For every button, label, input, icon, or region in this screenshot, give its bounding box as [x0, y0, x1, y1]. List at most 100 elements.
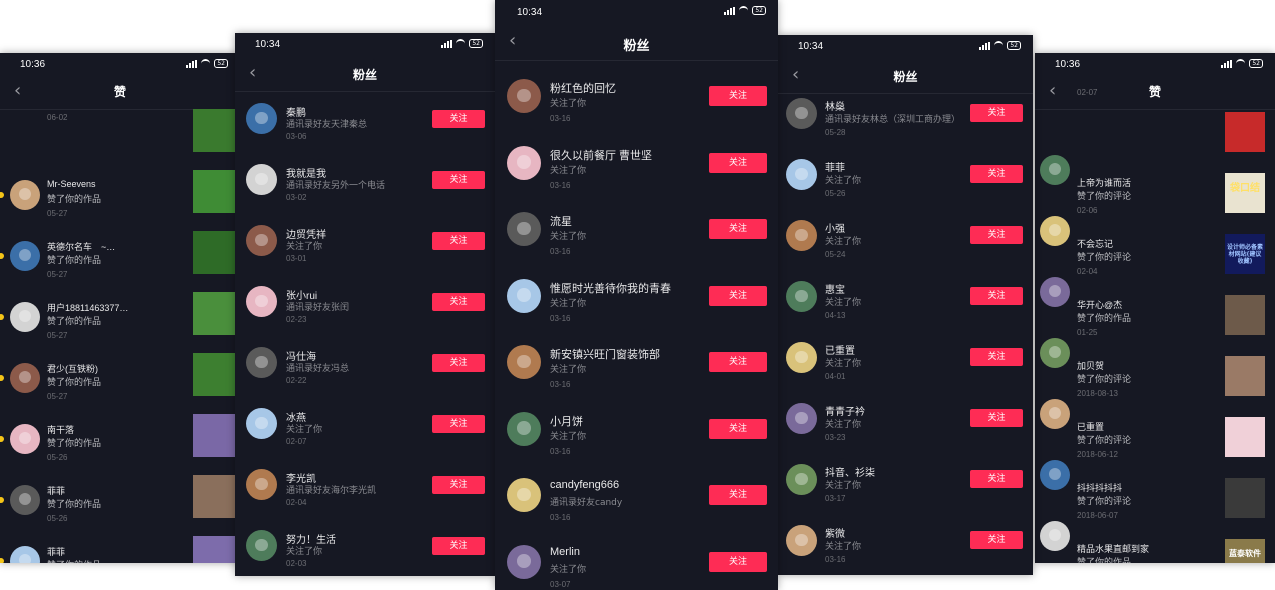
follow-button[interactable]: 关注: [970, 531, 1023, 549]
post-thumbnail[interactable]: [193, 414, 240, 457]
user-avatar[interactable]: [507, 79, 541, 113]
user-avatar[interactable]: [246, 347, 277, 378]
follower-row[interactable]: 冯仕海 通讯录好友冯总 02-22 关注: [235, 337, 495, 398]
user-avatar[interactable]: [507, 411, 541, 446]
follower-name[interactable]: 抖音、衫柒: [825, 464, 875, 479]
user-avatar[interactable]: [1040, 277, 1070, 307]
follower-row[interactable]: 张小rui 通讯录好友张闰 02-23 关注: [235, 276, 495, 337]
follower-name[interactable]: 青青子衿: [825, 403, 865, 418]
follower-name[interactable]: 新安镇兴旺门窗装饰部: [550, 346, 660, 362]
user-avatar[interactable]: [507, 345, 541, 379]
follower-name[interactable]: candyfeng666: [550, 479, 619, 491]
user-avatar[interactable]: [10, 302, 40, 332]
post-thumbnail[interactable]: 蓝泰软件: [1225, 539, 1265, 563]
user-avatar[interactable]: [786, 403, 817, 434]
follow-button[interactable]: 关注: [709, 152, 767, 173]
follower-name[interactable]: 菲菲: [825, 159, 845, 174]
follower-row[interactable]: Merlin 关注了你 03-07 关注: [495, 532, 778, 590]
post-thumbnail[interactable]: [193, 536, 240, 563]
liker-name[interactable]: 上帝为谁而活: [1077, 176, 1131, 189]
user-avatar[interactable]: [507, 145, 541, 180]
like-row[interactable]: 精品水果直邮到家赞了你的作品2018-06-03蓝泰软件: [1035, 501, 1275, 563]
follow-button[interactable]: 关注: [709, 418, 767, 439]
follow-button[interactable]: 关注: [709, 551, 767, 572]
follower-row[interactable]: 紫微 关注了你 03-16 关注: [778, 520, 1033, 575]
user-avatar[interactable]: [246, 286, 277, 317]
follow-button[interactable]: 关注: [432, 293, 485, 311]
user-avatar[interactable]: [10, 363, 40, 393]
follower-name[interactable]: 很久以前餐厅 曹世坚: [550, 147, 652, 163]
like-row[interactable]: 菲菲赞了你的作品05-26: [0, 467, 240, 528]
user-avatar[interactable]: [507, 544, 541, 579]
post-thumbnail[interactable]: [193, 292, 240, 335]
follow-button[interactable]: 关注: [970, 409, 1023, 427]
like-row[interactable]: 上帝为谁而活 赞了你的评论 02-06 袋口结: [1035, 135, 1275, 215]
follow-button[interactable]: 关注: [970, 348, 1023, 366]
follow-button[interactable]: 关注: [970, 165, 1023, 183]
follower-name[interactable]: 流星: [550, 213, 572, 229]
user-avatar[interactable]: [786, 281, 817, 312]
liker-name[interactable]: 已重置: [1077, 420, 1104, 433]
follower-name[interactable]: 惟愿时光善待你我的青春: [550, 280, 671, 296]
liker-name[interactable]: 菲菲: [47, 484, 65, 497]
follower-row[interactable]: 冰燕 关注了你 02-07 关注: [235, 398, 495, 459]
follow-button[interactable]: 关注: [432, 110, 485, 128]
like-row[interactable]: 英德尔名车 ~… 赞了你的作品 05-27: [0, 223, 240, 284]
follower-row[interactable]: 秦鹏 通讯录好友天津秦总 03-06 关注: [235, 93, 495, 154]
follower-name[interactable]: 惠宝: [825, 281, 845, 296]
follower-row[interactable]: 新安镇兴旺门窗装饰部 关注了你 03-16 关注: [495, 332, 778, 399]
follow-button[interactable]: 关注: [432, 476, 485, 494]
user-avatar[interactable]: [1040, 460, 1070, 490]
follow-button[interactable]: 关注: [709, 485, 767, 505]
follower-row[interactable]: 惟愿时光善待你我的青春 关注了你 03-16 关注: [495, 266, 778, 333]
user-avatar[interactable]: [1040, 338, 1070, 368]
follow-button[interactable]: 关注: [709, 219, 767, 239]
liker-name[interactable]: 华开心@杰: [1077, 298, 1122, 311]
follower-row[interactable]: 惠宝 关注了你 04-13 关注: [778, 276, 1033, 337]
follow-button[interactable]: 关注: [970, 287, 1023, 305]
like-row[interactable]: 06-02: [0, 101, 240, 162]
user-avatar[interactable]: [1040, 155, 1070, 185]
liker-name[interactable]: 南干落: [47, 423, 74, 436]
like-row[interactable]: 君少(互铁粉) 赞了你的作品 05-27: [0, 345, 240, 406]
user-avatar[interactable]: [786, 525, 817, 556]
follower-name[interactable]: 粉红色的回忆: [550, 80, 616, 96]
follower-name[interactable]: 林燊: [825, 98, 845, 113]
like-row[interactable]: 加贝贺 赞了你的评论 2018-08-13: [1035, 318, 1275, 398]
liker-name[interactable]: 用户18811463377…: [47, 301, 128, 314]
like-row[interactable]: 抖抖抖抖抖 赞了你的评论 2018-06-07: [1035, 440, 1275, 520]
follower-row[interactable]: 小月饼 关注了你 03-16 关注: [495, 399, 778, 466]
user-avatar[interactable]: [10, 485, 40, 515]
liker-name[interactable]: 加贝贺: [1077, 359, 1104, 372]
follow-button[interactable]: 关注: [709, 86, 767, 106]
follower-name[interactable]: 小月饼: [550, 413, 583, 429]
user-avatar[interactable]: [786, 464, 817, 495]
follow-button[interactable]: 关注: [970, 226, 1023, 244]
follower-row[interactable]: 流星 关注了你 03-16 关注: [495, 199, 778, 266]
like-row[interactable]: 华开心@杰 赞了你的作品 01-25: [1035, 257, 1275, 337]
follower-row[interactable]: 青青子衿 关注了你 03-23 关注: [778, 398, 1033, 459]
like-row[interactable]: 菲菲赞了你的作品05-26: [0, 528, 240, 563]
user-avatar[interactable]: [246, 164, 277, 195]
user-avatar[interactable]: [10, 180, 40, 210]
follower-row[interactable]: 李光凯 通讯录好友海尔李光凯 02-04 关注: [235, 459, 495, 520]
follower-name[interactable]: 已重置: [825, 342, 855, 357]
follower-row[interactable]: 边贸凭祥 关注了你 03-01 关注: [235, 215, 495, 276]
follower-name[interactable]: 小强: [825, 220, 845, 235]
follow-button[interactable]: 关注: [432, 171, 485, 189]
user-avatar[interactable]: [507, 478, 541, 512]
user-avatar[interactable]: [1040, 399, 1070, 429]
like-row[interactable]: 用户18811463377… 赞了你的作品 05-27: [0, 284, 240, 345]
follower-row[interactable]: 粉红色的回忆 关注了你 03-16 关注: [495, 66, 778, 133]
follow-button[interactable]: 关注: [432, 354, 485, 372]
follow-button[interactable]: 关注: [432, 232, 485, 250]
follow-button[interactable]: 关注: [432, 537, 485, 555]
user-avatar[interactable]: [507, 278, 541, 313]
liker-name[interactable]: 精品水果直邮到家: [1077, 542, 1149, 555]
follower-row[interactable]: 抖音、衫柒 关注了你 03-17 关注: [778, 459, 1033, 520]
follower-row[interactable]: 菲菲 关注了你 05-26 关注: [778, 154, 1033, 215]
user-avatar[interactable]: [1040, 521, 1070, 551]
follower-name[interactable]: 紫微: [825, 525, 845, 540]
liker-name[interactable]: 不会忘记: [1077, 237, 1113, 250]
liker-name[interactable]: Mr-Seevens: [47, 179, 96, 189]
